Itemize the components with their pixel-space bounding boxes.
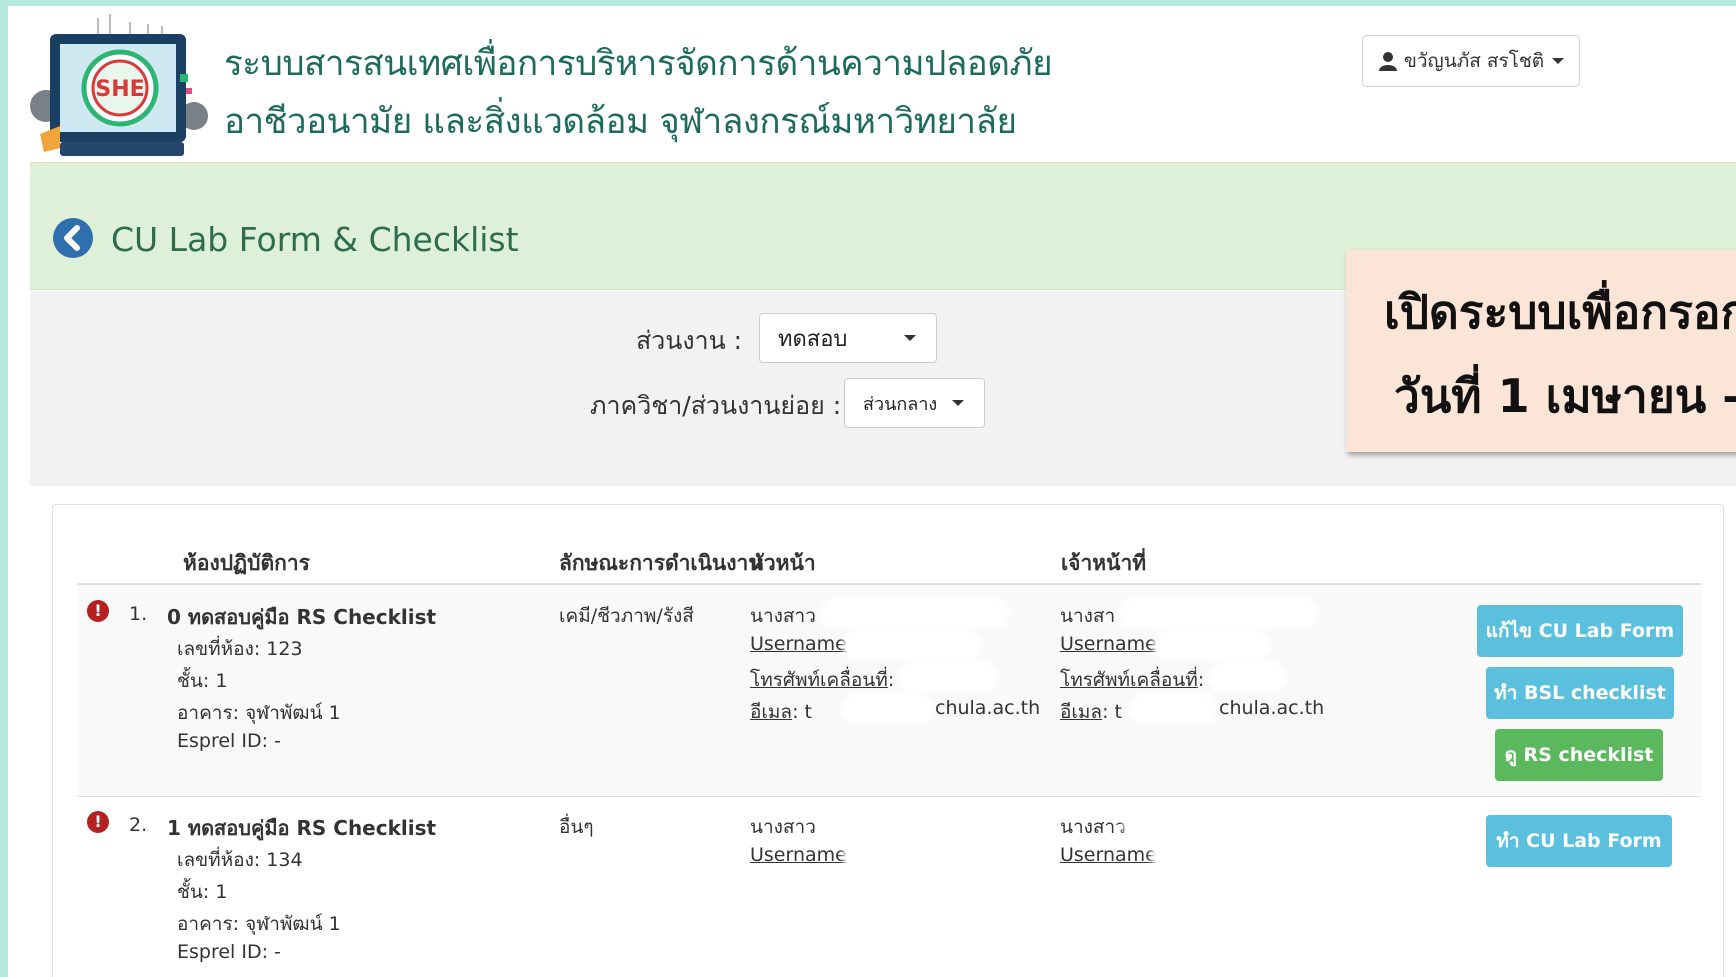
site-header: SHE ระบบสารสนเทศเพื่อการบริหารจัดการด้าน…	[8, 6, 1736, 166]
dept-label: ภาควิชา/ส่วนงานย่อย :	[590, 391, 842, 420]
redaction-mark	[847, 845, 957, 867]
row-index: 1.	[129, 603, 148, 625]
lab-nature: เคมี/ชีวภาพ/รังสี	[559, 605, 694, 627]
staff-email-domain: chula.ac.th	[1219, 697, 1325, 719]
lab-esprel-id: Esprel ID: -	[177, 730, 281, 752]
lab-room: เลขที่ห้อง: 134	[177, 849, 303, 871]
dept-select-value: ส่วนกลาง	[863, 393, 938, 415]
staff-name: นางสา	[1060, 605, 1116, 627]
head-email: อีเมล: t	[750, 701, 812, 723]
user-icon	[1378, 52, 1397, 71]
staff-email: อีเมล: t	[1060, 701, 1122, 723]
chevron-down-icon	[1552, 58, 1565, 64]
col-header-lab: ห้องปฏิบัติการ	[183, 551, 310, 575]
user-menu-button[interactable]: ขวัญนภัส สรโชติ	[1362, 35, 1580, 87]
logo-text: SHE	[95, 77, 144, 102]
lab-esprel-id: Esprel ID: -	[177, 941, 281, 963]
back-arrow-icon[interactable]	[52, 217, 94, 259]
redaction-mark	[1155, 845, 1255, 867]
redaction-mark	[1213, 666, 1283, 688]
head-name: นางสาว	[750, 816, 816, 838]
staff-name: นางสาว	[1060, 816, 1126, 838]
redaction-mark	[1133, 698, 1213, 720]
staff-username: Username:	[1060, 633, 1163, 655]
table-row: ! 1. 0 ทดสอบคู่มือ RS Checklist เลขที่ห้…	[77, 585, 1701, 795]
redaction-mark	[845, 698, 929, 720]
head-phone: โทรศัพท์เคลื่อนที่:	[750, 669, 895, 691]
she-logo: SHE	[30, 14, 208, 156]
head-username: Username:	[750, 844, 853, 866]
edit-cu-lab-form-button[interactable]: แก้ไข CU Lab Form	[1477, 605, 1683, 657]
lab-room: เลขที่ห้อง: 123	[177, 638, 303, 660]
chevron-down-icon	[952, 400, 964, 406]
unit-select-value: ทดสอบ	[778, 326, 848, 352]
redaction-mark	[903, 666, 993, 688]
view-rs-checklist-button[interactable]: ดู RS checklist	[1495, 729, 1663, 781]
page-title: CU Lab Form & Checklist	[111, 220, 519, 259]
site-title-line2: อาชีวอนามัย และสิ่งแวดล้อม จุฬาลงกรณ์มหา…	[224, 102, 1017, 142]
page: SHE ระบบสารสนเทศเพื่อการบริหารจัดการด้าน…	[8, 6, 1736, 977]
redaction-mark	[825, 602, 1005, 624]
staff-phone: โทรศัพท์เคลื่อนที่:	[1060, 669, 1205, 691]
table-row: ! 2. 1 ทดสอบคู่มือ RS Checklist เลขที่ห้…	[77, 797, 1701, 977]
col-header-staff: เจ้าหน้าที่	[1061, 551, 1147, 575]
do-cu-lab-form-button[interactable]: ทำ CU Lab Form	[1486, 815, 1672, 867]
chevron-down-icon	[904, 335, 916, 341]
lab-nature: อื่นๆ	[559, 816, 594, 838]
lab-floor: ชั้น: 1	[177, 670, 228, 692]
site-title-line1: ระบบสารสนเทศเพื่อการบริหารจัดการด้านความ…	[224, 44, 1053, 84]
col-header-nature: ลักษณะการดำเนินงาน	[559, 551, 763, 575]
lab-name: 0 ทดสอบคู่มือ RS Checklist	[167, 605, 437, 629]
alert-icon: !	[87, 811, 109, 833]
lab-table-panel: ห้องปฏิบัติการ ลักษณะการดำเนินงาน หัวหน้…	[52, 504, 1724, 977]
redaction-mark	[1157, 634, 1267, 656]
lab-name: 1 ทดสอบคู่มือ RS Checklist	[167, 816, 437, 840]
lab-building: อาคาร: จุฬาพัฒน์ 1	[177, 913, 341, 935]
head-name: นางสาว	[750, 605, 816, 627]
announcement-banner: เปิดระบบเพื่อกรอก วันที่ 1 เมษายน –	[1346, 250, 1736, 452]
dept-select[interactable]: ส่วนกลาง	[844, 378, 985, 428]
unit-select[interactable]: ทดสอบ	[759, 313, 937, 363]
announcement-line1: เปิดระบบเพื่อกรอก	[1384, 285, 1736, 339]
unit-label: ส่วนงาน :	[636, 326, 743, 355]
bsl-checklist-button[interactable]: ทำ BSL checklist	[1486, 667, 1674, 719]
alert-icon: !	[87, 600, 109, 622]
announcement-line2: วันที่ 1 เมษายน –	[1394, 369, 1736, 423]
row-index: 2.	[129, 814, 148, 836]
redaction-mark	[847, 634, 977, 656]
col-header-head: หัวหน้า	[750, 551, 816, 575]
redaction-mark	[1127, 813, 1307, 835]
redaction-mark	[1123, 602, 1313, 624]
lab-building: อาคาร: จุฬาพัฒน์ 1	[177, 702, 341, 724]
redaction-mark	[827, 813, 1007, 835]
lab-floor: ชั้น: 1	[177, 881, 228, 903]
user-name: ขวัญนภัส สรโชติ	[1403, 50, 1545, 72]
head-email-domain: chula.ac.th	[935, 697, 1041, 719]
